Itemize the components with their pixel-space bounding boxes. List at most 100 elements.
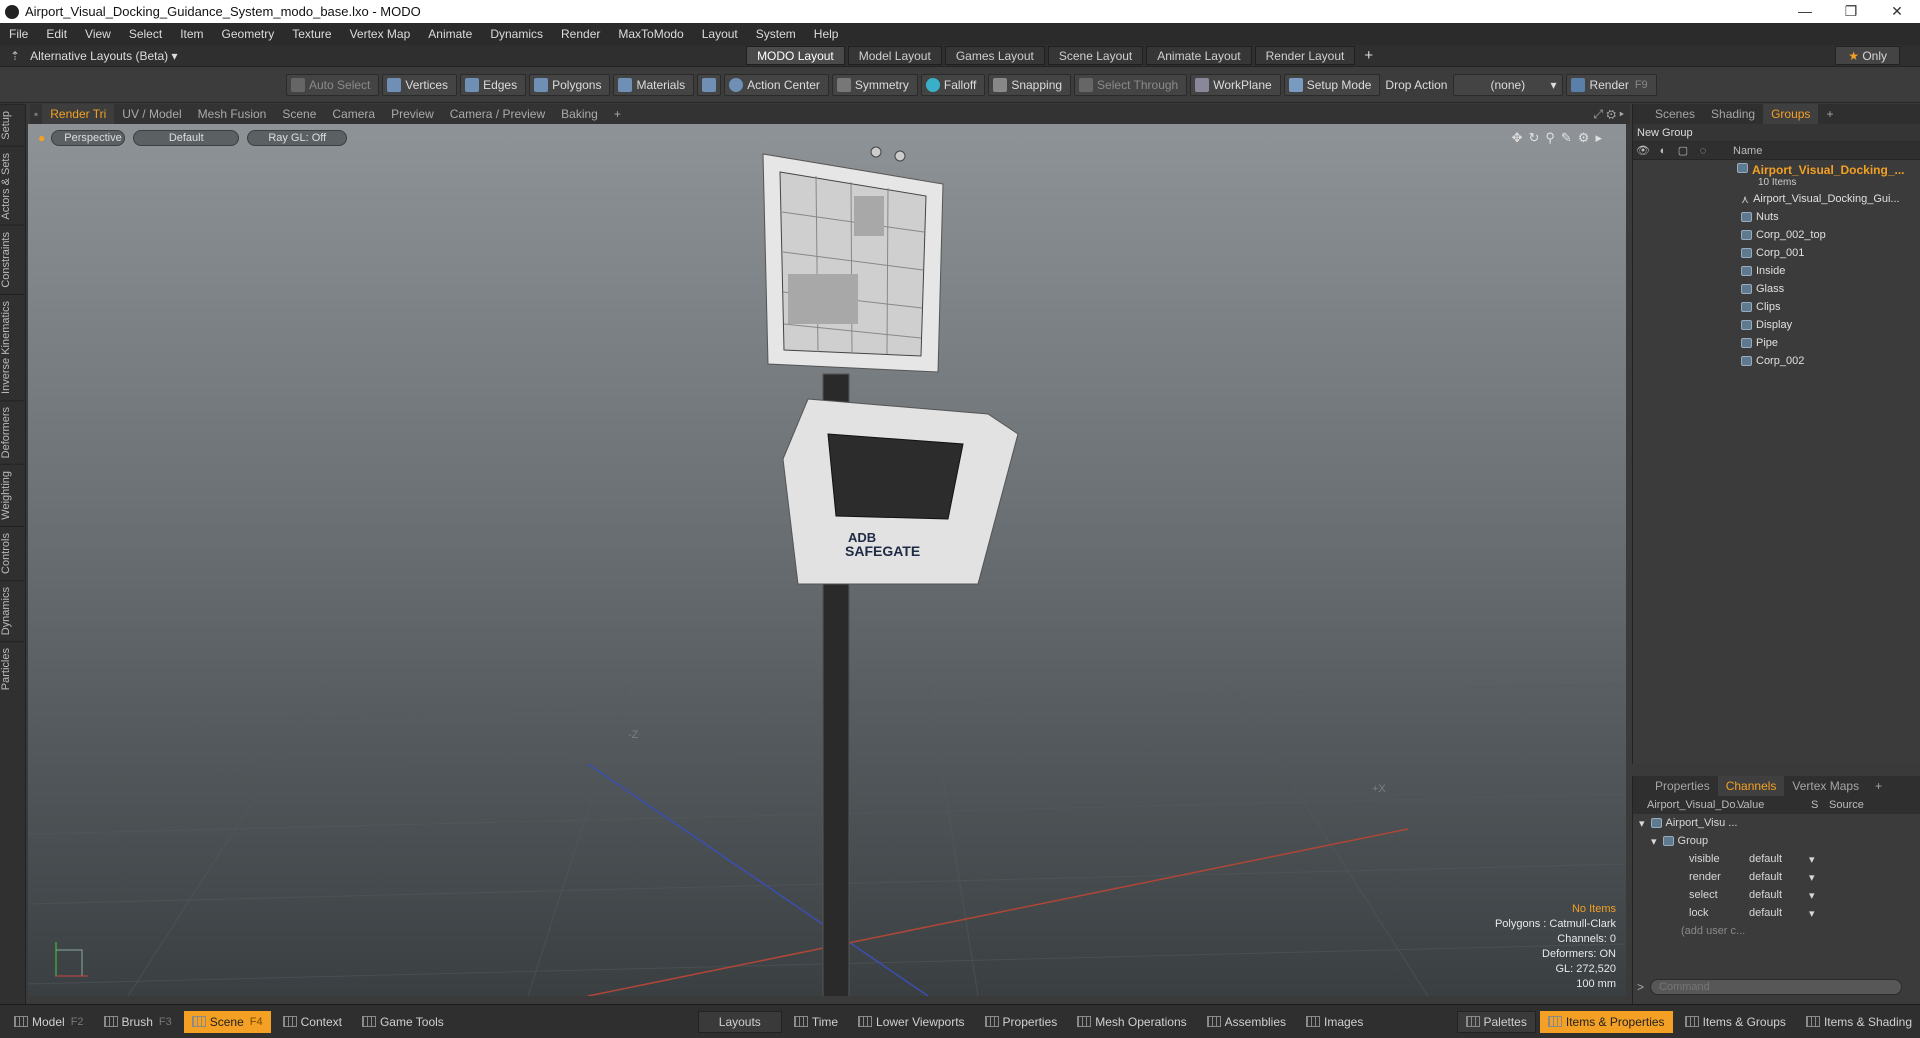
view-type-button[interactable]: Perspective	[51, 129, 126, 146]
menu-help[interactable]: Help	[805, 27, 848, 41]
symmetry-button[interactable]: Symmetry	[831, 73, 918, 96]
tab-channels[interactable]: Channels	[1717, 776, 1785, 796]
strip-deformers[interactable]: Deformers	[0, 399, 24, 465]
falloff-button[interactable]: Falloff	[920, 73, 986, 96]
channel-value[interactable]: default	[1749, 889, 1809, 901]
palettes-button[interactable]: Palettes	[1456, 1010, 1536, 1033]
strip-weighting[interactable]: Weighting	[0, 464, 24, 527]
table-row[interactable]: render default ▾	[1633, 868, 1920, 886]
menu-texture[interactable]: Texture	[283, 27, 340, 41]
tab-baking[interactable]: Baking	[553, 104, 606, 124]
game-tools-button[interactable]: Game Tools	[354, 1011, 452, 1033]
tab-render-layout[interactable]: Render Layout	[1254, 46, 1356, 65]
render-toggle-icon[interactable]: ◐	[1653, 145, 1673, 157]
menu-vertex-map[interactable]: Vertex Map	[341, 27, 420, 41]
chevron-down-icon[interactable]: ▾	[1809, 853, 1815, 866]
eye-icon[interactable]: 👁	[1633, 144, 1653, 157]
mesh-operations-button[interactable]: Mesh Operations	[1069, 1011, 1194, 1033]
vertices-button[interactable]: Vertices	[382, 73, 458, 96]
list-item[interactable]: Corp_001	[1633, 244, 1920, 262]
chevron-down-icon[interactable]: ▾	[1809, 871, 1815, 884]
menu-select[interactable]: Select	[120, 27, 171, 41]
tab-mesh-fusion[interactable]: Mesh Fusion	[190, 104, 275, 124]
materials-button[interactable]: Materials	[613, 73, 695, 96]
shading-button[interactable]: Default	[133, 129, 240, 146]
expand-icon[interactable]: ▾	[1639, 817, 1645, 830]
properties-button[interactable]: Properties	[977, 1011, 1066, 1033]
tab-modo-layout[interactable]: MODO Layout	[746, 46, 845, 65]
add-user-channel[interactable]: (add user c...	[1633, 922, 1920, 940]
menu-animate[interactable]: Animate	[419, 27, 481, 41]
workplane-button[interactable]: WorkPlane	[1190, 73, 1281, 96]
restore-icon[interactable]: ❐	[1828, 3, 1874, 20]
brush-button[interactable]: Brush F3	[96, 1011, 180, 1033]
tab-shading[interactable]: Shading	[1703, 104, 1763, 124]
time-button[interactable]: Time	[786, 1011, 846, 1033]
table-row[interactable]: visible default ▾	[1633, 850, 1920, 868]
group-root-row[interactable]: Airport_Visual_Docking_... 10 Items	[1633, 160, 1920, 190]
menu-item[interactable]: Item	[171, 27, 212, 41]
list-item[interactable]: Corp_002_top	[1633, 226, 1920, 244]
menu-dynamics[interactable]: Dynamics	[481, 27, 552, 41]
list-item[interactable]: Inside	[1633, 262, 1920, 280]
tab-camera[interactable]: Camera	[324, 104, 383, 124]
tab-properties[interactable]: Properties	[1647, 776, 1718, 796]
tab-animate-layout[interactable]: Animate Layout	[1146, 46, 1252, 65]
polygons-button[interactable]: Polygons	[529, 73, 611, 96]
add-viewport-tab-icon[interactable]: +	[606, 104, 629, 124]
lock-icon[interactable]: ▢	[1673, 144, 1693, 157]
chevron-down-icon[interactable]: ▾	[1809, 907, 1815, 920]
strip-setup[interactable]: Setup	[0, 104, 24, 146]
chevron-down-icon[interactable]: ▾	[1809, 889, 1815, 902]
items-shading-button[interactable]: Items & Shading	[1798, 1011, 1920, 1033]
tab-model-layout[interactable]: Model Layout	[847, 46, 942, 65]
select-toggle-icon[interactable]: ◌	[1693, 145, 1713, 157]
strip-particles[interactable]: Particles	[0, 641, 24, 697]
raygl-button[interactable]: Ray GL: Off	[247, 129, 348, 146]
list-item[interactable]: Corp_002	[1633, 352, 1920, 370]
only-toggle[interactable]: ★ Only	[1835, 46, 1900, 65]
tab-vertex-maps[interactable]: Vertex Maps	[1784, 776, 1867, 796]
menu-file[interactable]: File	[0, 27, 37, 41]
tab-scenes[interactable]: Scenes	[1647, 104, 1703, 124]
tab-preview[interactable]: Preview	[383, 104, 442, 124]
scene-button[interactable]: Scene F4	[183, 1010, 271, 1033]
pin-icon[interactable]: ⇡	[10, 49, 20, 63]
viewport-nav-icons[interactable]: ✥↻⚲✎⚙▸	[1512, 130, 1608, 146]
list-item[interactable]: Nuts	[1633, 208, 1920, 226]
render-button[interactable]: Render F9	[1566, 73, 1657, 96]
channels-group-row[interactable]: ▾ Group	[1633, 832, 1920, 850]
context-button[interactable]: Context	[275, 1011, 350, 1033]
strip-dynamics[interactable]: Dynamics	[0, 580, 24, 642]
channel-value[interactable]: default	[1749, 907, 1809, 919]
layout-selector[interactable]: Alternative Layouts (Beta) ▾	[30, 49, 710, 63]
minimize-icon[interactable]: —	[1782, 3, 1828, 20]
items-properties-button[interactable]: Items & Properties	[1539, 1010, 1673, 1033]
3d-viewport[interactable]: ADB SAFEGATE -Z +X No Items Polygons : C…	[28, 124, 1626, 996]
tab-uv-model[interactable]: UV / Model	[114, 104, 189, 124]
list-item[interactable]: ⋏ Airport_Visual_Docking_Gui...	[1633, 190, 1920, 208]
tab-scene-layout[interactable]: Scene Layout	[1047, 46, 1144, 65]
menu-geometry[interactable]: Geometry	[213, 27, 284, 41]
items-groups-button[interactable]: Items & Groups	[1677, 1011, 1794, 1033]
command-input[interactable]	[1650, 979, 1903, 995]
menu-render[interactable]: Render	[552, 27, 609, 41]
menu-layout[interactable]: Layout	[693, 27, 747, 41]
channel-value[interactable]: default	[1749, 853, 1809, 865]
channel-value[interactable]: default	[1749, 871, 1809, 883]
list-item[interactable]: Pipe	[1633, 334, 1920, 352]
tab-games-layout[interactable]: Games Layout	[944, 46, 1045, 65]
select-through-button[interactable]: Select Through	[1074, 73, 1188, 96]
table-row[interactable]: select default ▾	[1633, 886, 1920, 904]
add-channels-tab-icon[interactable]: +	[1867, 776, 1890, 796]
images-button[interactable]: Images	[1298, 1011, 1371, 1033]
tab-camera-preview[interactable]: Camera / Preview	[442, 104, 553, 124]
strip-actors-sets[interactable]: Actors & Sets	[0, 145, 24, 226]
menu-maxtomodo[interactable]: MaxToModo	[609, 27, 692, 41]
edges-button[interactable]: Edges	[460, 73, 527, 96]
tab-groups[interactable]: Groups	[1763, 104, 1819, 124]
snapping-button[interactable]: Snapping	[988, 73, 1072, 96]
model-button[interactable]: Model F2	[6, 1011, 92, 1033]
strip-constraints[interactable]: Constraints	[0, 225, 24, 295]
list-item[interactable]: Clips	[1633, 298, 1920, 316]
